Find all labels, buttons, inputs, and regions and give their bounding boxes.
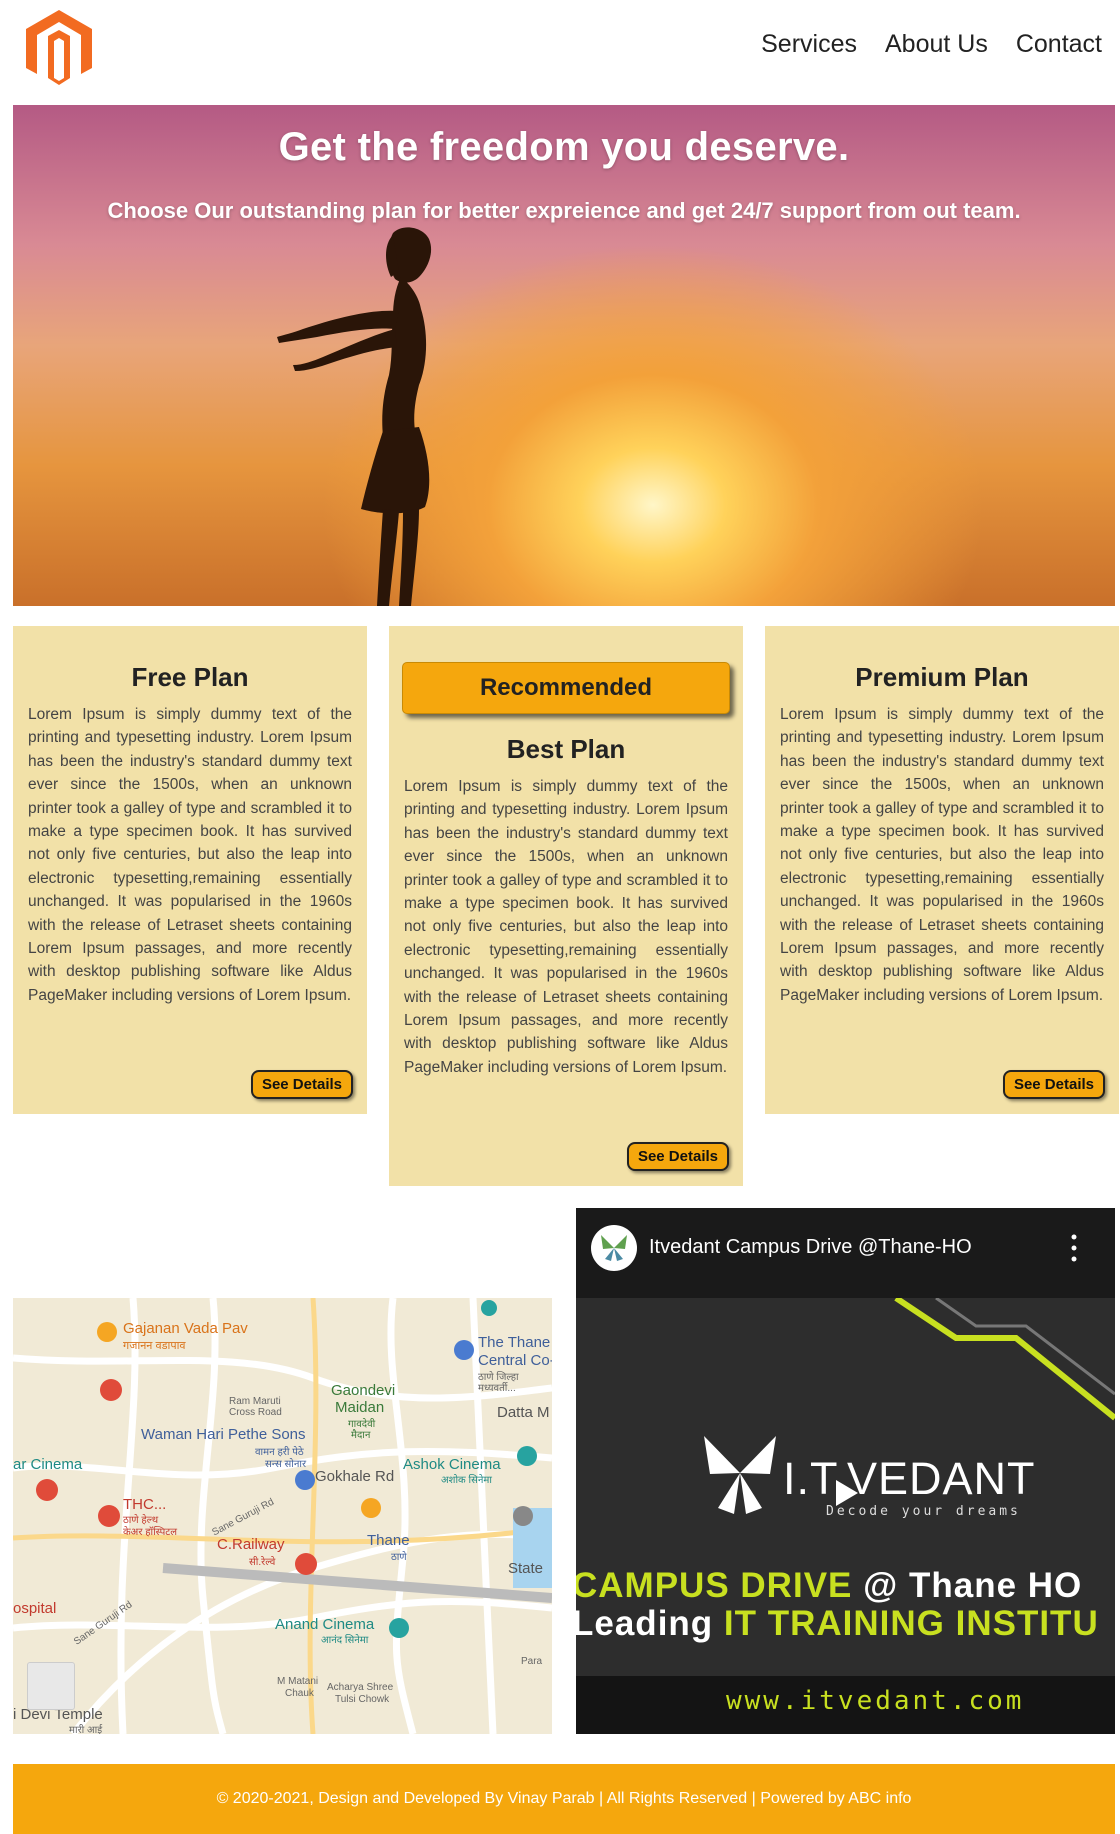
- brand-tagline: Decode your dreams: [826, 1504, 1021, 1519]
- leading-institute-text: Leading IT TRAINING INSTITU: [576, 1604, 1099, 1644]
- map-label: गजानन वडापाव: [123, 1340, 186, 1352]
- lead-text-a: Leading: [576, 1604, 724, 1643]
- plan-title: Premium Plan: [855, 662, 1029, 692]
- map-label: ar Cinema: [13, 1456, 83, 1473]
- location-map[interactable]: Gajanan Vada Pav गजानन वडापाव The Thane …: [13, 1298, 552, 1734]
- website-url: www.itvedant.com: [726, 1686, 1025, 1716]
- map-label: C.Railway: [217, 1536, 285, 1553]
- map-label: मध्यवर्ती...: [478, 1383, 516, 1394]
- map-label: Gajanan Vada Pav: [123, 1320, 248, 1337]
- hero-banner: Get the freedom you deserve. Choose Our …: [13, 105, 1115, 606]
- map-label: Datta M: [497, 1404, 550, 1421]
- map-label: The Thane I: [478, 1334, 552, 1351]
- butterfly-icon: [601, 1235, 627, 1261]
- plan-card-best: Recommended Best Plan Lorem Ipsum is sim…: [389, 626, 743, 1186]
- map-label: मैदान: [351, 1430, 371, 1441]
- main-nav: Services About Us Contact: [761, 30, 1102, 59]
- see-details-button[interactable]: See Details: [626, 1142, 729, 1171]
- map-label: Gokhale Rd: [315, 1468, 395, 1485]
- drive-text-c: @ Thane HO: [852, 1566, 1083, 1605]
- youtube-video-embed[interactable]: Itvedant Campus Drive @Thane-HO I.T.VEDA…: [576, 1208, 1115, 1734]
- map-label: आनंद सिनेमा: [321, 1635, 369, 1646]
- map-label: State: [508, 1560, 544, 1577]
- magento-logo-icon[interactable]: [24, 8, 94, 88]
- map-label: सी.रेल्वे: [249, 1557, 276, 1568]
- hero-title: Get the freedom you deserve.: [278, 125, 850, 169]
- brand-name: I.T.VEDANT: [783, 1453, 1036, 1504]
- map-label: ठाणे: [391, 1552, 407, 1563]
- map-label: Chauk: [285, 1688, 314, 1699]
- drive-text-a: CAMPUS DRI: [576, 1566, 804, 1605]
- woman-silhouette-image: [277, 227, 432, 606]
- map-label: Cross Road: [229, 1407, 282, 1418]
- site-header: Services About Us Contact: [0, 0, 1120, 100]
- map-label: सन्स सोनार: [265, 1459, 307, 1470]
- map-label: केअर हॉस्पिटल: [123, 1527, 178, 1538]
- see-details-button[interactable]: See Details: [250, 1070, 353, 1099]
- lead-text-b: IT TRAINING INSTITU: [723, 1604, 1099, 1643]
- footer-copyright: © 2020-2021, Design and Developed By Vin…: [216, 1790, 912, 1807]
- map-label: M Matani: [277, 1676, 319, 1687]
- map-label: Central Co-(: [478, 1352, 552, 1369]
- map-layer-toggle-button[interactable]: [27, 1662, 75, 1710]
- plan-description: Lorem Ipsum is simply dummy text of the …: [28, 706, 352, 1004]
- map-label: Acharya Shree: [327, 1682, 394, 1693]
- nav-services-link[interactable]: Services: [761, 30, 857, 59]
- nav-about-us-link[interactable]: About Us: [885, 30, 988, 59]
- plan-title: Best Plan: [506, 734, 626, 764]
- video-title[interactable]: Itvedant Campus Drive @Thane-HO: [649, 1236, 972, 1259]
- map-label: Anand Cinema: [275, 1616, 375, 1633]
- plan-description: Lorem Ipsum is simply dummy text of the …: [780, 706, 1104, 1004]
- drive-text-b: VE: [803, 1566, 853, 1605]
- map-label: Gaondevi: [331, 1382, 396, 1399]
- map-label: Maidan: [335, 1399, 385, 1416]
- map-label: Waman Hari Pethe Sons: [141, 1426, 306, 1443]
- map-label: Ram Maruti: [229, 1396, 281, 1407]
- plan-card-free: Free Plan Lorem Ipsum is simply dummy te…: [13, 626, 367, 1114]
- hero-subtitle: Choose Our outstanding plan for better e…: [107, 198, 1021, 223]
- map-label: Thane: [367, 1532, 410, 1549]
- map-label: Para: [521, 1656, 543, 1667]
- site-footer: © 2020-2021, Design and Developed By Vin…: [13, 1764, 1115, 1834]
- map-label: मारी आई: [69, 1725, 103, 1734]
- campus-drive-text: CAMPUS DRIVE @ Thane HO: [576, 1566, 1082, 1606]
- play-icon[interactable]: [836, 1480, 858, 1506]
- plan-title: Free Plan: [131, 662, 249, 692]
- plan-card-premium: Premium Plan Lorem Ipsum is simply dummy…: [765, 626, 1119, 1114]
- map-label: Ashok Cinema: [403, 1456, 501, 1473]
- channel-avatar[interactable]: [591, 1225, 637, 1271]
- plan-description: Lorem Ipsum is simply dummy text of the …: [404, 778, 728, 1076]
- map-roads: [13, 1298, 552, 1734]
- map-label: THC...: [123, 1496, 167, 1513]
- more-options-icon[interactable]: [1071, 1233, 1077, 1263]
- map-label: Tulsi Chowk: [335, 1694, 390, 1705]
- see-details-button[interactable]: See Details: [1002, 1070, 1105, 1099]
- itvedant-butterfly-logo-icon: [704, 1436, 776, 1514]
- recommended-badge: Recommended: [402, 662, 730, 714]
- map-label: ospital: [13, 1600, 57, 1617]
- video-header: Itvedant Campus Drive @Thane-HO: [576, 1208, 1115, 1298]
- map-label: अशोक सिनेमा: [441, 1475, 492, 1486]
- nav-contact-link[interactable]: Contact: [1016, 30, 1102, 59]
